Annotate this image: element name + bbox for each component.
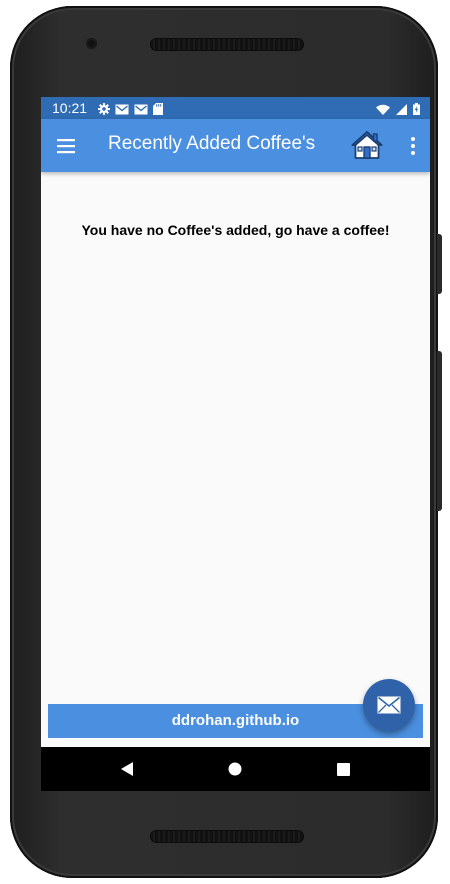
power-button xyxy=(437,234,442,294)
empty-state-message: You have no Coffee's added, go have a co… xyxy=(81,222,390,238)
home-circle-icon[interactable] xyxy=(228,762,242,781)
hamburger-menu-icon[interactable] xyxy=(55,135,77,157)
home-icon[interactable] xyxy=(351,130,383,160)
battery-charging-icon xyxy=(413,102,420,118)
mail-icon xyxy=(115,102,129,118)
bottom-speaker-grille xyxy=(150,830,304,843)
settings-icon xyxy=(98,102,110,118)
back-triangle-icon[interactable] xyxy=(120,761,134,782)
more-vert-icon[interactable] xyxy=(408,135,418,157)
sd-card-icon xyxy=(153,102,163,118)
status-bar: 10:21 xyxy=(41,97,430,119)
app-bar: Recently Added Coffee's xyxy=(41,119,430,172)
phone-frame: 10:21 Recently Added Coffee's You have n… xyxy=(10,6,442,878)
system-nav-bar xyxy=(41,747,430,791)
notification-icons xyxy=(98,102,163,118)
email-fab-button[interactable] xyxy=(363,679,415,731)
status-time: 10:21 xyxy=(52,100,88,116)
top-speaker-grille xyxy=(150,38,304,51)
front-camera xyxy=(86,38,97,49)
recents-square-icon[interactable] xyxy=(337,763,350,781)
app-title: Recently Added Coffee's xyxy=(108,133,316,154)
mail-icon xyxy=(134,102,148,118)
system-icons xyxy=(376,102,420,118)
phone-screen: 10:21 Recently Added Coffee's You have n… xyxy=(41,97,430,791)
wifi-icon xyxy=(376,102,390,118)
signal-icon xyxy=(396,102,407,118)
email-icon xyxy=(377,696,401,714)
volume-rocker xyxy=(437,351,442,511)
